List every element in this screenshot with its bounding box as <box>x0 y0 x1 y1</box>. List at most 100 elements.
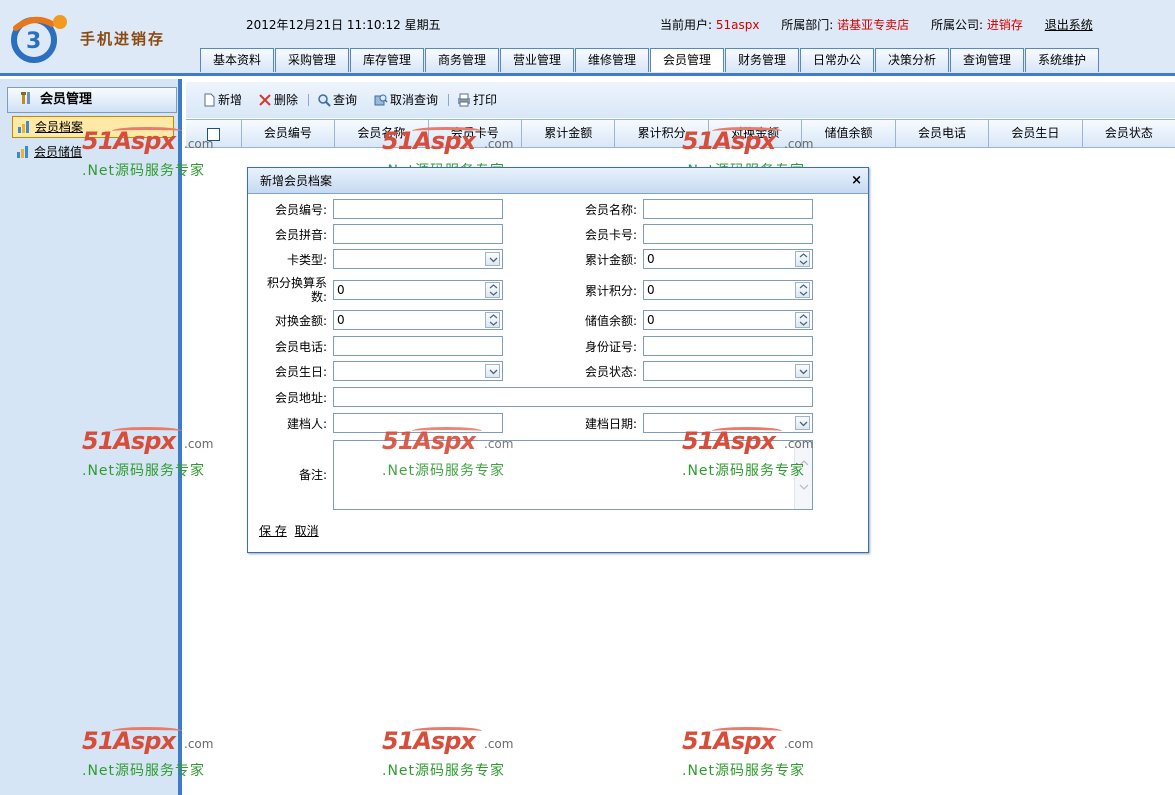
create-date-select[interactable] <box>643 413 813 433</box>
nav-tab-member[interactable]: 会员管理 <box>650 48 724 72</box>
total-points-stepper[interactable]: 0 <box>643 280 813 300</box>
spinner-icon[interactable] <box>795 312 810 328</box>
nav-tab-decision[interactable]: 决策分析 <box>875 48 949 72</box>
status-label: 会员状态: <box>584 365 637 379</box>
nav-tab-system[interactable]: 系统维护 <box>1025 48 1099 72</box>
cancel-query-button[interactable]: 取消查询 <box>374 91 438 109</box>
sidebar-splitter[interactable] <box>182 403 187 433</box>
creator-input[interactable] <box>333 413 503 433</box>
points-ratio-stepper[interactable]: 0 <box>333 280 503 300</box>
watermark-domain: .com <box>184 737 214 751</box>
nav-tab-query[interactable]: 查询管理 <box>950 48 1024 72</box>
magnifier-icon <box>318 94 331 107</box>
watermark-brand: 51Aspx <box>682 727 776 755</box>
id-card-input[interactable] <box>643 336 813 356</box>
member-pinyin-label: 会员拼音: <box>274 228 327 242</box>
chevron-down-icon[interactable] <box>485 252 500 266</box>
column-header[interactable]: 储值余额 <box>802 120 896 148</box>
create-date-label: 建档日期: <box>584 417 637 431</box>
toolbar-separator <box>448 94 449 106</box>
spinner-icon[interactable] <box>795 282 810 298</box>
dialog-titlebar[interactable]: 新增会员档案 × <box>248 168 868 194</box>
dialog-title: 新增会员档案 <box>260 174 333 188</box>
column-header[interactable]: 会员卡号 <box>429 120 522 148</box>
remark-textarea[interactable] <box>333 440 813 510</box>
nav-tab-repair[interactable]: 维修管理 <box>575 48 649 72</box>
watermark-brand: 51Aspx <box>382 727 476 755</box>
print-button[interactable]: 打印 <box>457 91 497 109</box>
card-no-label: 会员卡号: <box>584 228 637 242</box>
card-type-select[interactable] <box>333 249 503 269</box>
close-icon[interactable]: × <box>851 168 862 194</box>
spinner-icon[interactable] <box>795 251 810 267</box>
nav-tab-inventory[interactable]: 库存管理 <box>350 48 424 72</box>
member-name-input[interactable] <box>643 199 813 219</box>
sidebar-item-member-stored-value[interactable]: 会员储值 <box>12 142 82 164</box>
column-header[interactable]: 会员生日 <box>989 120 1083 148</box>
column-header[interactable]: 对换金额 <box>709 120 803 148</box>
chevron-down-icon[interactable] <box>795 416 810 430</box>
exchange-amount-value: 0 <box>337 313 345 327</box>
member-pinyin-input[interactable] <box>333 224 503 244</box>
column-header[interactable]: 会员名称 <box>335 120 429 148</box>
spinner-icon[interactable] <box>485 282 500 298</box>
phone-input[interactable] <box>333 336 503 356</box>
logo-text: 手机进销存 <box>80 30 166 48</box>
new-button[interactable]: 新增 <box>202 91 242 109</box>
nav-tab-basic-info[interactable]: 基本资料 <box>200 48 274 72</box>
sidebar-item-member-record[interactable]: 会员档案 <box>12 116 174 138</box>
status-select[interactable] <box>643 361 813 381</box>
column-header[interactable]: 会员状态 <box>1083 120 1175 148</box>
stored-balance-label: 储值余额: <box>584 314 637 328</box>
bar-chart-icon <box>18 121 29 133</box>
birthday-select[interactable] <box>333 361 503 381</box>
card-no-input[interactable] <box>643 224 813 244</box>
column-header[interactable]: 累计积分 <box>615 120 709 148</box>
nav-tab-business[interactable]: 商务管理 <box>425 48 499 72</box>
total-points-label: 累计积分: <box>584 284 637 298</box>
creator-label: 建档人: <box>286 417 327 431</box>
exchange-amount-stepper[interactable]: 0 <box>333 310 503 330</box>
column-header[interactable]: 会员编号 <box>242 120 336 148</box>
save-button[interactable]: 保 存 <box>259 524 287 538</box>
stored-balance-stepper[interactable]: 0 <box>643 310 813 330</box>
address-input[interactable] <box>333 387 813 407</box>
sidebar-header[interactable]: 会员管理 <box>7 87 177 113</box>
sidebar-title: 会员管理 <box>40 92 93 107</box>
select-all-checkbox[interactable] <box>206 127 220 141</box>
query-button-label: 查询 <box>333 93 358 107</box>
print-button-label: 打印 <box>473 93 498 107</box>
nav-tab-finance[interactable]: 财务管理 <box>725 48 799 72</box>
sidebar-item-label: 会员档案 <box>35 120 84 134</box>
spinner-icon[interactable] <box>485 312 500 328</box>
watermark-slogan: .Net源码服务专家 <box>682 763 806 779</box>
total-amount-stepper[interactable]: 0 <box>643 249 813 269</box>
current-datetime: 2012年12月21日 11:10:12 星期五 <box>246 18 441 32</box>
query-button[interactable]: 查询 <box>317 91 357 109</box>
nav-tab-purchase[interactable]: 采购管理 <box>275 48 349 72</box>
column-header[interactable]: 累计金额 <box>522 120 616 148</box>
cancel-search-icon <box>374 94 388 106</box>
nav-tab-sales[interactable]: 营业管理 <box>500 48 574 72</box>
remark-scrollbar[interactable] <box>794 441 812 509</box>
delete-button[interactable]: 删除 <box>258 91 298 109</box>
watermark: 51Aspx .com .Net源码服务专家 <box>682 727 822 783</box>
column-header[interactable]: 会员电话 <box>896 120 990 148</box>
total-points-value: 0 <box>647 283 655 297</box>
nav-tab-daily-office[interactable]: 日常办公 <box>800 48 874 72</box>
chevron-down-icon[interactable] <box>485 364 500 378</box>
points-ratio-value: 0 <box>337 283 345 297</box>
user-info-bar: 当前用户: 51aspx 所属部门: 诺基亚专卖店 所属公司: 进销存 退出系统 <box>660 16 1093 33</box>
department-label: 所属部门: <box>781 18 834 32</box>
grid-header: 会员编号 会员名称 会员卡号 累计金额 累计积分 对换金额 储值余额 会员电话 … <box>186 119 1175 148</box>
member-no-input[interactable] <box>333 199 503 219</box>
main-nav: 基本资料 采购管理 库存管理 商务管理 营业管理 维修管理 会员管理 财务管理 … <box>200 48 1100 72</box>
chevron-down-icon[interactable] <box>795 364 810 378</box>
delete-icon <box>259 94 271 106</box>
bar-chart-icon <box>17 146 28 158</box>
exchange-amount-label: 对换金额: <box>274 314 327 328</box>
toolbar-separator <box>308 94 309 106</box>
logout-link[interactable]: 退出系统 <box>1045 18 1093 32</box>
app-header: 3 手机进销存 2012年12月21日 11:10:12 星期五 当前用户: 5… <box>0 0 1175 76</box>
cancel-button[interactable]: 取消 <box>295 524 319 538</box>
